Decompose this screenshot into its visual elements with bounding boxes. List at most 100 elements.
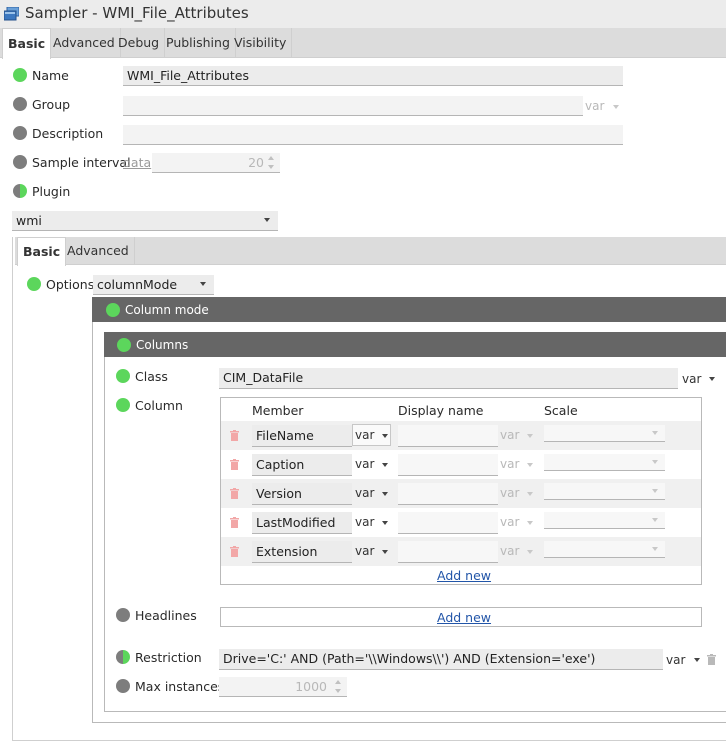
sample-interval-label: Sample interval bbox=[32, 155, 131, 170]
delete-row-icon[interactable] bbox=[230, 546, 239, 557]
member-var-dropdown-icon[interactable] bbox=[382, 492, 388, 496]
display-var-label[interactable]: var bbox=[500, 428, 519, 442]
column-mode-title: Column mode bbox=[125, 303, 209, 317]
max-instances-label: Max instances bbox=[135, 679, 225, 694]
column-add-new-link[interactable]: Add new bbox=[437, 568, 491, 583]
member-var-label[interactable]: var bbox=[355, 544, 374, 558]
display-var-dropdown-icon[interactable] bbox=[527, 434, 533, 438]
display-var-label[interactable]: var bbox=[500, 457, 519, 471]
delete-row-icon[interactable] bbox=[230, 430, 239, 441]
display-name-input[interactable] bbox=[398, 483, 498, 505]
tab-advanced[interactable]: Advanced bbox=[48, 28, 121, 58]
member-input[interactable]: Version bbox=[252, 483, 352, 505]
restriction-var-dropdown-icon[interactable] bbox=[694, 658, 700, 662]
options-dropdown-icon[interactable] bbox=[200, 282, 206, 286]
columns-title: Columns bbox=[136, 338, 189, 352]
scale-dropdown-icon[interactable] bbox=[652, 460, 658, 464]
display-name-input[interactable] bbox=[398, 425, 498, 447]
scale-dropdown-icon[interactable] bbox=[652, 431, 658, 435]
group-label: Group bbox=[32, 97, 71, 112]
window-title: Sampler - WMI_File_Attributes bbox=[25, 4, 249, 22]
display-name-input[interactable] bbox=[398, 541, 498, 563]
display-var-label[interactable]: var bbox=[500, 515, 519, 529]
member-var-dropdown-icon[interactable] bbox=[382, 550, 388, 554]
display-name-header: Display name bbox=[398, 403, 484, 418]
class-status-icon bbox=[116, 369, 130, 383]
options-select[interactable]: columnMode bbox=[93, 275, 214, 295]
group-var-label[interactable]: var bbox=[585, 99, 604, 113]
sample-interval-input[interactable]: 20 bbox=[152, 153, 280, 173]
column-mode-header: Column mode bbox=[92, 297, 726, 322]
class-input[interactable]: CIM_DataFile bbox=[219, 368, 678, 389]
plugin-select[interactable]: wmi bbox=[12, 211, 278, 231]
scale-select[interactable] bbox=[544, 512, 665, 529]
tab-visibility[interactable]: Visibility bbox=[229, 28, 293, 58]
scale-select[interactable] bbox=[544, 483, 665, 500]
spinner-down-icon[interactable] bbox=[335, 689, 341, 693]
group-status-icon bbox=[13, 97, 27, 111]
description-status-icon bbox=[13, 126, 27, 140]
description-label: Description bbox=[32, 126, 104, 141]
scale-dropdown-icon[interactable] bbox=[652, 547, 658, 551]
name-input[interactable]: WMI_File_Attributes bbox=[123, 66, 623, 86]
display-var-dropdown-icon[interactable] bbox=[527, 550, 533, 554]
tab-publishing[interactable]: Publishing bbox=[161, 28, 236, 58]
sample-interval-unit-link[interactable]: data bbox=[123, 155, 151, 170]
display-name-input[interactable] bbox=[398, 454, 498, 476]
sampler-icon bbox=[4, 7, 19, 21]
display-var-dropdown-icon[interactable] bbox=[527, 521, 533, 525]
member-var-dropdown-icon[interactable] bbox=[382, 434, 388, 438]
member-var-label[interactable]: var bbox=[355, 515, 374, 529]
options-label: Options bbox=[46, 277, 95, 292]
group-input[interactable] bbox=[123, 96, 583, 116]
tab-basic[interactable]: Basic bbox=[2, 28, 52, 59]
headlines-add-new-link[interactable]: Add new bbox=[437, 610, 491, 625]
scale-select[interactable] bbox=[544, 541, 665, 558]
scale-dropdown-icon[interactable] bbox=[652, 489, 658, 493]
display-var-label[interactable]: var bbox=[500, 544, 519, 558]
class-var-label[interactable]: var bbox=[682, 372, 701, 386]
member-var-label[interactable]: var bbox=[355, 428, 374, 442]
restriction-var-label[interactable]: var bbox=[666, 653, 685, 667]
spinner-down-icon[interactable] bbox=[268, 165, 274, 169]
tab-debug[interactable]: Debug bbox=[113, 28, 166, 58]
member-var-label[interactable]: var bbox=[355, 457, 374, 471]
member-input[interactable]: Extension bbox=[252, 541, 352, 563]
delete-row-icon[interactable] bbox=[230, 488, 239, 499]
member-input[interactable]: Caption bbox=[252, 454, 352, 476]
spinner-up-icon[interactable] bbox=[335, 680, 341, 684]
member-var-dropdown-icon[interactable] bbox=[382, 521, 388, 525]
class-label: Class bbox=[135, 369, 168, 384]
restriction-input[interactable]: Drive='C:' AND (Path='\\Windows\\') AND … bbox=[219, 649, 663, 670]
headlines-label: Headlines bbox=[135, 608, 197, 623]
plugin-tab-basic[interactable]: Basic bbox=[17, 237, 67, 266]
restriction-status-icon bbox=[116, 650, 130, 664]
member-var-dropdown-icon[interactable] bbox=[382, 463, 388, 467]
member-var-label[interactable]: var bbox=[355, 486, 374, 500]
delete-row-icon[interactable] bbox=[230, 517, 239, 528]
headlines-status-icon bbox=[116, 608, 130, 622]
plugin-dropdown-icon[interactable] bbox=[264, 218, 270, 222]
member-input[interactable]: LastModified bbox=[252, 512, 352, 534]
name-label: Name bbox=[32, 68, 69, 83]
delete-restriction-icon[interactable] bbox=[707, 654, 716, 665]
scale-select[interactable] bbox=[544, 454, 665, 471]
member-input[interactable]: FileName bbox=[252, 425, 352, 447]
max-instances-status-icon bbox=[116, 679, 130, 693]
display-var-label[interactable]: var bbox=[500, 486, 519, 500]
description-input[interactable] bbox=[123, 125, 623, 145]
scale-select[interactable] bbox=[544, 425, 665, 442]
max-instances-input[interactable]: 1000 bbox=[219, 677, 347, 697]
restriction-label: Restriction bbox=[135, 650, 202, 665]
display-name-input[interactable] bbox=[398, 512, 498, 534]
class-var-dropdown-icon[interactable] bbox=[709, 377, 715, 381]
delete-row-icon[interactable] bbox=[230, 459, 239, 470]
group-var-dropdown-icon[interactable] bbox=[613, 105, 619, 109]
plugin-tab-advanced[interactable]: Advanced bbox=[62, 237, 135, 265]
main-tab-bar: Basic Advanced Debug Publishing Visibili… bbox=[0, 28, 726, 59]
scale-dropdown-icon[interactable] bbox=[652, 518, 658, 522]
spinner-up-icon[interactable] bbox=[268, 156, 274, 160]
member-header: Member bbox=[252, 403, 304, 418]
display-var-dropdown-icon[interactable] bbox=[527, 463, 533, 467]
display-var-dropdown-icon[interactable] bbox=[527, 492, 533, 496]
